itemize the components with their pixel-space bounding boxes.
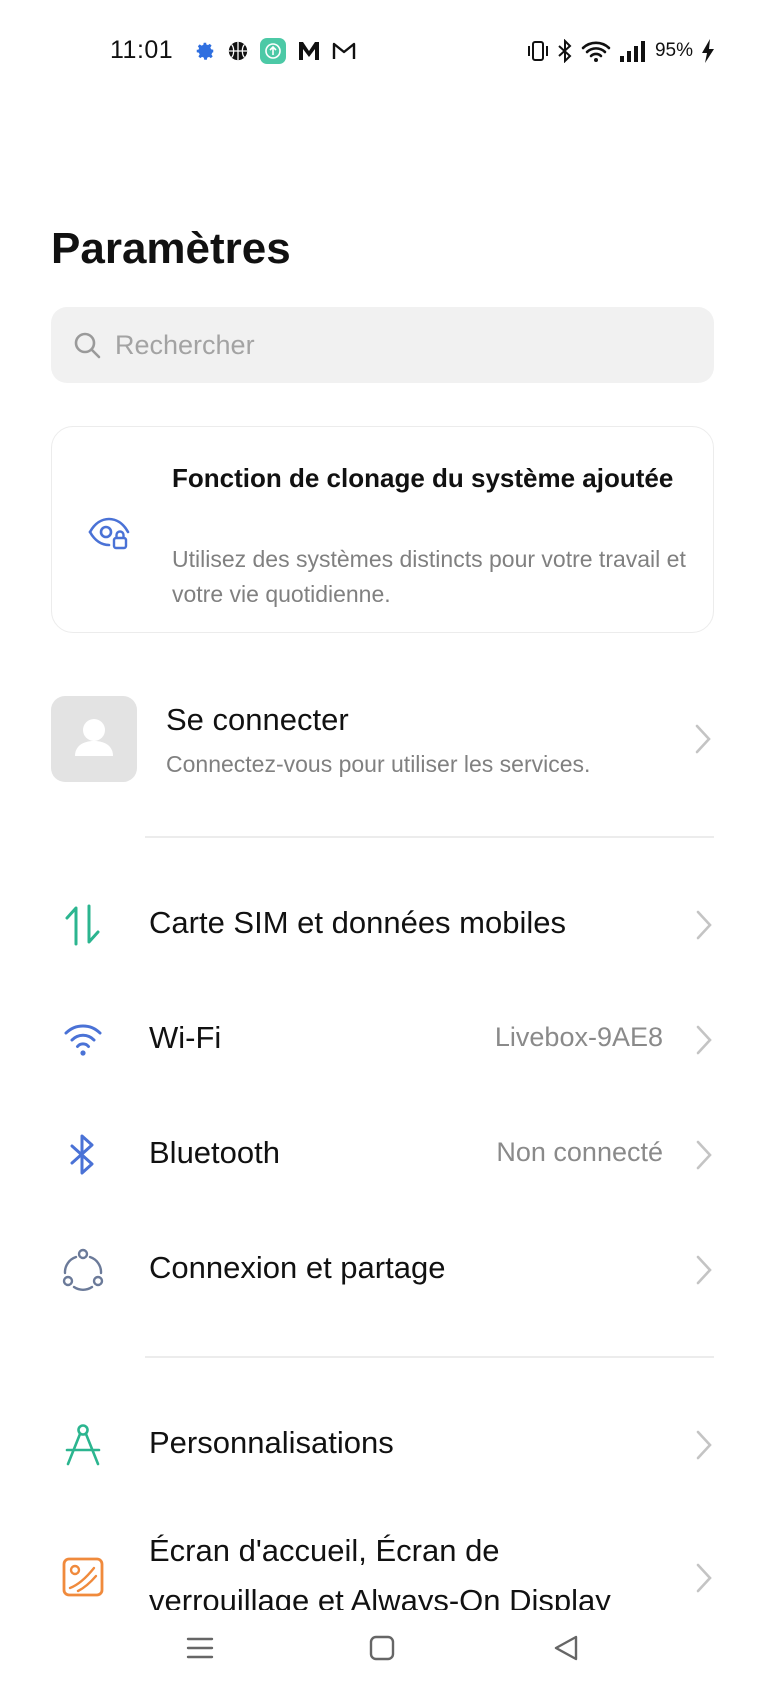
compass-icon [65, 1424, 101, 1466]
settings-item-bluetooth[interactable]: Bluetooth Non connecté [0, 1105, 765, 1205]
settings-item-connection-sharing[interactable]: Connexion et partage [0, 1220, 765, 1320]
battery-level: 95% [654, 40, 693, 61]
wifi-icon [581, 41, 611, 62]
account-subtitle: Connectez-vous pour utiliser les service… [166, 751, 591, 777]
wallpaper-icon [62, 1557, 104, 1597]
chevron-right-icon [696, 910, 712, 940]
status-bar: 11:01 95% [0, 0, 765, 100]
bluetooth-icon [558, 39, 572, 63]
settings-item-personalisation[interactable]: Personnalisations [0, 1395, 765, 1495]
m-logo-icon [299, 42, 319, 60]
chevron-right-icon [696, 1140, 712, 1170]
divider [145, 836, 714, 838]
search-placeholder: Rechercher [115, 329, 255, 360]
avatar [51, 696, 137, 782]
sim-data-icon [65, 904, 100, 946]
clone-eye-icon [88, 517, 130, 550]
clone-system-card[interactable]: Fonction de clonage du système ajoutée U… [51, 426, 714, 633]
upload-app-icon [260, 38, 286, 64]
settings-item-sim[interactable]: Carte SIM et données mobiles [0, 875, 765, 975]
search-icon [74, 332, 101, 359]
settings-item-label: Wi-Fi [149, 1020, 222, 1055]
settings-item-home-screen[interactable]: Écran d'accueil, Écran de verrouillage e… [0, 1518, 765, 1610]
menu-icon[interactable] [180, 1628, 220, 1668]
back-icon[interactable] [546, 1628, 586, 1668]
card-description: Utilisez des systèmes distincts pour vot… [172, 546, 686, 607]
account-login-row[interactable]: Se connecter Connectez-vous pour utilise… [51, 696, 714, 782]
signal-icon [619, 41, 645, 62]
gmail-icon [332, 42, 356, 59]
divider [145, 1356, 714, 1358]
chevron-right-icon [696, 1025, 712, 1055]
user-icon [75, 719, 113, 756]
chevron-right-icon [696, 1430, 712, 1460]
search-input[interactable]: Rechercher [51, 307, 714, 383]
account-title: Se connecter [166, 702, 349, 737]
settings-item-label: Bluetooth [149, 1135, 280, 1170]
page-title: Paramètres [51, 224, 291, 273]
chevron-right-icon [696, 1563, 712, 1593]
settings-item-label: Carte SIM et données mobiles [149, 905, 566, 940]
vibrate-icon [527, 41, 548, 61]
navigation-bar [0, 1610, 765, 1700]
chevron-right-icon [696, 1255, 712, 1285]
settings-item-label: Écran d'accueil, Écran de verrouillage e… [149, 1533, 611, 1610]
charging-icon [702, 39, 714, 63]
home-icon[interactable] [362, 1628, 402, 1668]
status-time: 11:01 [110, 36, 174, 64]
settings-item-label: Personnalisations [149, 1425, 394, 1460]
connection-share-icon [62, 1248, 104, 1291]
basketball-icon [228, 41, 248, 61]
card-title: Fonction de clonage du système ajoutée [172, 463, 674, 493]
wifi-network-name: Livebox-9AE8 [494, 1022, 663, 1052]
bluetooth-icon [70, 1134, 94, 1175]
settings-item-label: Connexion et partage [149, 1250, 446, 1285]
system-icons: 95% [527, 36, 715, 66]
wifi-icon [64, 1024, 102, 1056]
gear-icon [196, 42, 214, 60]
settings-item-wifi[interactable]: Wi-Fi Livebox-9AE8 [0, 990, 765, 1090]
chevron-right-icon [695, 724, 711, 754]
notification-icons [194, 38, 356, 64]
bluetooth-status: Non connecté [496, 1137, 663, 1167]
